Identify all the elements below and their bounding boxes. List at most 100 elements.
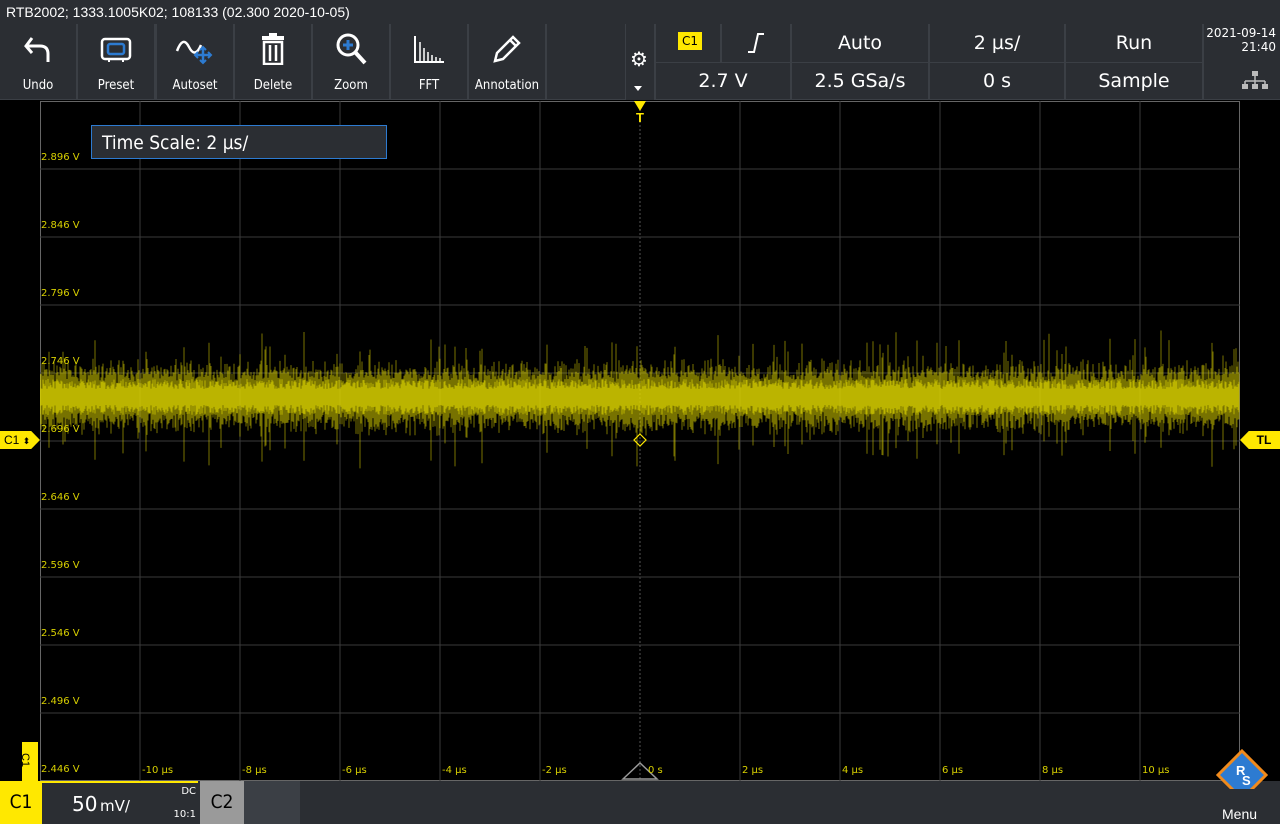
undo-arrow-icon — [0, 32, 76, 66]
x-label: -10 µs — [142, 765, 174, 776]
menu-button[interactable]: R S Menu — [1204, 749, 1280, 824]
vertical-scale-value: 50 — [72, 792, 98, 816]
sample-rate: 2.5 GSa/s — [814, 70, 906, 92]
trigger-level-marker[interactable]: TL — [1240, 431, 1280, 449]
time-scale: 2 µs/ — [973, 32, 1021, 54]
channel-2-button[interactable]: C2 — [200, 781, 244, 824]
updown-arrows-icon: ⬍ — [22, 436, 31, 446]
annotation-label: Annotation — [474, 78, 540, 93]
zoom-button[interactable]: Zoom — [313, 24, 389, 99]
trigger-marker-label: T — [636, 110, 644, 125]
trigger-level: 2.7 V — [698, 70, 748, 92]
channel-1-label: C1 — [9, 791, 33, 813]
time-position: 0 s — [982, 70, 1012, 92]
acquisition-mode-cell[interactable]: Sample — [1066, 63, 1202, 99]
y-label: 2.546 V — [41, 628, 80, 639]
settings-button[interactable]: ⚙ — [626, 24, 654, 100]
preset-label: Preset — [97, 78, 135, 93]
bottom-bar: C1 50 mV/ DC 10:1 C2 R S Menu — [0, 749, 1280, 824]
network-icon — [1242, 71, 1268, 89]
acquisition-mode: Sample — [1098, 70, 1170, 92]
trash-icon — [235, 32, 311, 66]
channel-offset-marker[interactable]: C1 ⬍ — [0, 431, 40, 449]
waveform-display[interactable] — [39, 101, 1240, 781]
trigger-slope-cell[interactable] — [722, 24, 790, 62]
delete-button[interactable]: Delete — [235, 24, 311, 99]
y-label: 2.646 V — [41, 492, 80, 503]
channel-1-settings[interactable]: 50 mV/ DC 10:1 — [42, 781, 198, 824]
coupling: DC — [181, 786, 196, 797]
annotation-button[interactable]: Annotation — [469, 24, 545, 99]
trigger-mode: Auto — [837, 32, 883, 54]
y-label: 2.696 V — [41, 424, 80, 435]
x-label: 0 s — [648, 765, 663, 776]
toolbar-spacer — [547, 24, 625, 99]
fft-label: FFT — [418, 78, 440, 93]
rs-logo-icon: R S — [1216, 749, 1268, 789]
undo-label: Undo — [22, 78, 54, 93]
y-label: 2.496 V — [41, 696, 80, 707]
channel-2-settings[interactable] — [244, 781, 300, 824]
trigger-mode-cell[interactable]: Auto — [792, 24, 928, 62]
y-label: 2.596 V — [41, 560, 80, 571]
zoom-icon — [313, 32, 389, 66]
undo-button[interactable]: Undo — [0, 24, 76, 99]
run-state-cell[interactable]: Run — [1066, 24, 1202, 62]
date-text: 2021-09-14 — [1206, 26, 1276, 40]
run-state: Run — [1115, 32, 1153, 54]
x-label: 8 µs — [1042, 765, 1064, 776]
fft-icon — [391, 32, 467, 66]
y-label: 2.746 V — [41, 356, 80, 367]
channel-1-button[interactable]: C1 — [0, 781, 42, 824]
preset-icon — [78, 32, 154, 66]
x-label: 2 µs — [742, 765, 764, 776]
x-label: 4 µs — [842, 765, 864, 776]
autoset-button[interactable]: Autoset — [157, 24, 233, 99]
channel-2-label: C2 — [210, 791, 234, 813]
svg-text:S: S — [1242, 773, 1251, 788]
time-position-cell[interactable]: 0 s — [930, 63, 1064, 99]
trigger-source-badge: C1 — [678, 32, 703, 50]
chevron-down-icon — [634, 86, 642, 91]
side-channel-tab[interactable]: C1 — [19, 742, 38, 781]
waveform-svg — [39, 101, 1240, 781]
preset-button[interactable]: Preset — [78, 24, 154, 99]
pencil-icon — [469, 32, 545, 66]
gear-icon: ⚙ — [630, 49, 648, 71]
x-label: -2 µs — [542, 765, 567, 776]
trigger-level-cell[interactable]: 2.7 V — [656, 63, 790, 99]
time-scale-tooltip: Time Scale: 2 µs/ — [91, 125, 387, 159]
x-label: 10 µs — [1142, 765, 1170, 776]
y-label: 2.846 V — [41, 220, 80, 231]
x-label: 6 µs — [942, 765, 964, 776]
x-label: -8 µs — [242, 765, 267, 776]
time-text: 21:40 — [1241, 40, 1276, 54]
channel-offset-label: C1 — [4, 433, 20, 447]
title-bar: RTB2002; 1333.1005K02; 108133 (02.300 20… — [0, 0, 1280, 24]
rising-edge-icon — [748, 33, 764, 53]
vertical-scale-unit: mV/ — [100, 797, 130, 815]
trigger-source-cell[interactable]: C1 — [656, 24, 720, 62]
y-label: 2.796 V — [41, 288, 80, 299]
x-label: -6 µs — [342, 765, 367, 776]
menu-label: Menu — [1222, 806, 1258, 822]
delete-label: Delete — [253, 78, 293, 93]
autoset-label: Autoset — [172, 78, 218, 93]
y-label: 2.896 V — [41, 152, 80, 163]
probe-ratio: 10:1 — [173, 809, 196, 820]
time-scale-cell[interactable]: 2 µs/ — [930, 24, 1064, 62]
fft-button[interactable]: FFT — [391, 24, 467, 99]
x-label: -4 µs — [442, 765, 467, 776]
trigger-position-marker[interactable]: T — [633, 101, 647, 127]
trigger-point-marker — [633, 433, 647, 447]
tooltip-text: Time Scale: 2 µs/ — [102, 132, 249, 154]
trigger-level-marker-label: TL — [1256, 433, 1272, 447]
y-label: 2.446 V — [41, 764, 80, 775]
sample-rate-cell[interactable]: 2.5 GSa/s — [792, 63, 928, 99]
title-text: RTB2002; 1333.1005K02; 108133 (02.300 20… — [6, 4, 350, 20]
autoset-icon — [157, 32, 233, 66]
side-channel-tab-label: C1 — [19, 752, 32, 768]
bottom-spacer — [302, 781, 1202, 824]
zoom-label: Zoom — [334, 78, 368, 93]
datetime-panel: 2021-09-14 21:40 — [1204, 24, 1280, 99]
